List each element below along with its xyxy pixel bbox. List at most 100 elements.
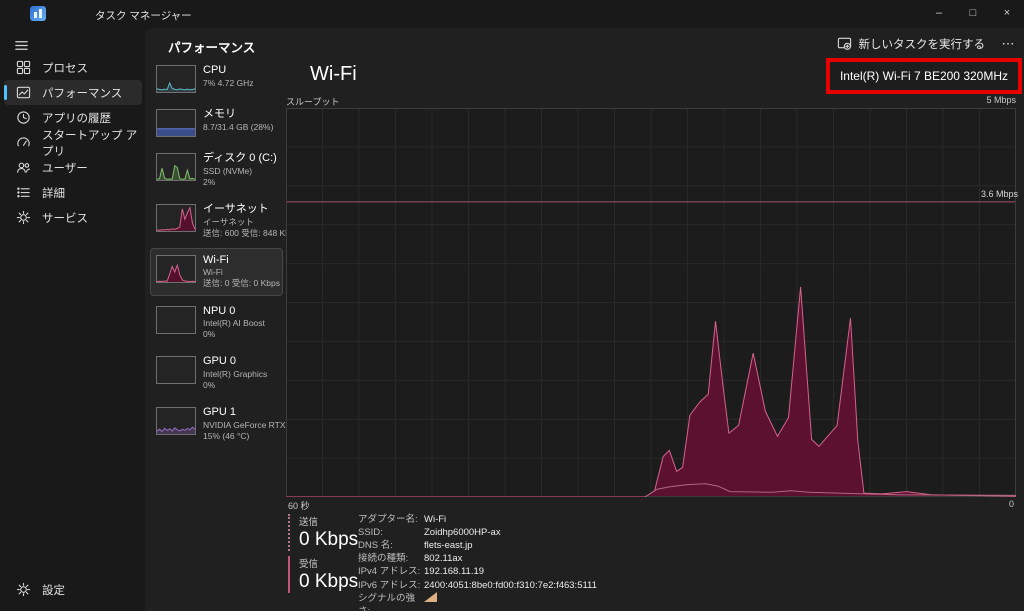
more-options-button[interactable]: ⋯ [996, 32, 1020, 55]
sidebar-item-label: ユーザー [42, 160, 88, 176]
mini-chart-thumbnail [156, 109, 196, 137]
adapter-detail-value: Zoidhp6000HP-ax [424, 526, 501, 539]
marker-value-label: 3.6 Mbps [981, 189, 1018, 199]
mini-chart-thumbnail [156, 204, 196, 232]
send-value: 0 Kbps [299, 529, 358, 551]
sidebar-item-label: プロセス [42, 60, 88, 76]
perf-item-title: メモリ [203, 108, 273, 122]
sidebar-item-0[interactable]: プロセス [4, 55, 142, 80]
run-new-task-label: 新しいタスクを実行する [859, 36, 986, 52]
close-button[interactable]: × [990, 0, 1024, 26]
perf-item-title: ディスク 0 (C:) [203, 152, 277, 166]
sidebar-item-label: 詳細 [42, 185, 65, 201]
new-task-icon [837, 36, 852, 51]
mini-chart-thumbnail [156, 407, 196, 435]
adapter-name-highlight-box: Intel(R) Wi-Fi 7 BE200 320MHz [826, 58, 1022, 94]
perf-item-text: GPU 1NVIDIA GeForce RTX ...15% (46 °C) [203, 406, 277, 442]
mini-chart-thumbnail [156, 356, 196, 384]
sidebar-item-5[interactable]: 詳細 [4, 180, 142, 205]
signal-strength-icon [424, 592, 437, 602]
adapter-detail-label: IPv4 アドレス: [358, 565, 424, 578]
run-new-task-button[interactable]: 新しいタスクを実行する [828, 32, 995, 55]
perf-item-subtitle: SSD (NVMe) [203, 166, 277, 177]
perf-item-subtitle: 0% [203, 380, 267, 391]
perf-item-title: Wi-Fi [203, 254, 277, 268]
window-controls: – □ × [922, 0, 1024, 26]
adapter-detail-row: IPv6 アドレス:2400:4051:8be0:fd00:f310:7e2:f… [358, 579, 597, 592]
hamburger-menu-icon[interactable] [8, 33, 34, 57]
adapter-detail-label: アダプター名: [358, 513, 424, 526]
perf-item-subtitle: NVIDIA GeForce RTX ... [203, 420, 277, 431]
perf-item-subtitle: 2% [203, 177, 277, 188]
y-max-label: 5 Mbps [986, 95, 1016, 108]
perf-item-subtitle: 送信: 0 受信: 0 Kbps [203, 278, 277, 289]
sidebar-item-settings[interactable]: 設定 [4, 577, 142, 602]
processes-icon [16, 60, 31, 75]
perf-item-subtitle: 15% (46 °C) [203, 431, 277, 442]
titlebar: タスク マネージャー – □ × [0, 0, 1024, 28]
startup-apps-icon [16, 135, 31, 150]
perf-item-メモリ[interactable]: メモリ8.7/31.4 GB (28%) [150, 102, 283, 143]
sidebar-item-label: スタートアップ アプリ [42, 127, 142, 159]
users-icon [16, 160, 31, 175]
perf-item-text: イーサネットイーサネット送信: 600 受信: 848 Kb [203, 203, 277, 239]
send-metric: 送信 0 Kbps [288, 514, 358, 551]
app-history-icon [16, 110, 31, 125]
adapter-detail-value [424, 592, 437, 611]
adapter-detail-label: IPv6 アドレス: [358, 579, 424, 592]
perf-item-subtitle: 0% [203, 329, 265, 340]
perf-item-イーサネット[interactable]: イーサネットイーサネット送信: 600 受信: 848 Kb [150, 197, 283, 245]
perf-item-wi-fi[interactable]: Wi-FiWi-Fi送信: 0 受信: 0 Kbps [150, 248, 283, 296]
mini-chart-thumbnail [156, 153, 196, 181]
services-icon [16, 210, 31, 225]
adapter-detail-row: DNS 名:flets-east.jp [358, 539, 597, 552]
perf-item-subtitle: Intel(R) AI Boost [203, 318, 265, 329]
adapter-name-label: Intel(R) Wi-Fi 7 BE200 320MHz [840, 69, 1008, 83]
receive-metric: 受信 0 Kbps [288, 556, 358, 593]
perf-item-cpu[interactable]: CPU7% 4.72 GHz [150, 58, 283, 99]
adapter-detail-label: 接続の種類: [358, 552, 424, 565]
throughput-label: スループット [286, 95, 339, 108]
receive-label: 受信 [299, 556, 358, 570]
adapter-detail-row: SSID:Zoidhp6000HP-ax [358, 526, 597, 539]
maximize-button[interactable]: □ [956, 0, 990, 26]
perf-item-title: CPU [203, 64, 254, 78]
mini-chart-thumbnail [156, 65, 196, 93]
sidebar-item-label: アプリの履歴 [42, 110, 111, 126]
perf-item-text: メモリ8.7/31.4 GB (28%) [203, 108, 273, 133]
mini-chart-thumbnail [156, 306, 196, 334]
adapter-detail-label: SSID: [358, 526, 424, 539]
perf-item-gpu-1[interactable]: GPU 1NVIDIA GeForce RTX ...15% (46 °C) [150, 400, 283, 448]
perf-item-text: CPU7% 4.72 GHz [203, 64, 254, 89]
perf-item-text: NPU 0Intel(R) AI Boost0% [203, 305, 265, 341]
sidebar-settings-label: 設定 [42, 582, 65, 598]
detail-title: Wi-Fi [310, 63, 357, 86]
performance-list: CPU7% 4.72 GHz メモリ8.7/31.4 GB (28%) ディスク 0… [150, 58, 283, 448]
throughput-chart [286, 108, 1016, 497]
selected-accent-pill [4, 85, 7, 100]
perf-item-title: NPU 0 [203, 305, 265, 319]
minimize-button[interactable]: – [922, 0, 956, 26]
sidebar-item-label: サービス [42, 210, 88, 226]
sidebar-item-3[interactable]: スタートアップ アプリ [4, 130, 142, 155]
wifi-detail-panel: Wi-Fi Intel(R) Wi-Fi 7 BE200 320MHz スループ… [283, 58, 1024, 611]
page-title: パフォーマンス [168, 37, 255, 56]
sidebar-item-1[interactable]: パフォーマンス [4, 80, 142, 105]
sidebar-item-4[interactable]: ユーザー [4, 155, 142, 180]
network-stats: 送信 0 Kbps 受信 0 Kbps アダプター名:Wi-FiSSID:Zoi… [286, 511, 1024, 611]
chart-top-labels: スループット 5 Mbps [286, 95, 1016, 108]
perf-item-gpu-0[interactable]: GPU 0Intel(R) Graphics0% [150, 349, 283, 397]
adapter-detail-label: DNS 名: [358, 539, 424, 552]
perf-item-npu-0[interactable]: NPU 0Intel(R) AI Boost0% [150, 299, 283, 347]
details-icon [16, 185, 31, 200]
adapter-detail-row: 接続の種類:802.11ax [358, 552, 597, 565]
perf-item-ディスク-0-(c:)[interactable]: ディスク 0 (C:)SSD (NVMe)2% [150, 146, 283, 194]
sidebar-item-6[interactable]: サービス [4, 205, 142, 230]
perf-item-title: イーサネット [203, 203, 277, 217]
adapter-detail-value: 2400:4051:8be0:fd00:f310:7e2:f463:5111 [424, 579, 597, 592]
adapter-detail-row: アダプター名:Wi-Fi [358, 513, 597, 526]
send-label: 送信 [299, 514, 358, 528]
adapter-detail-value: Wi-Fi [424, 513, 446, 526]
perf-item-subtitle: 送信: 600 受信: 848 Kb [203, 228, 277, 239]
main-panel: パフォーマンス 新しいタスクを実行する ⋯ CPU7% 4.72 GHz メモリ8… [145, 28, 1024, 611]
